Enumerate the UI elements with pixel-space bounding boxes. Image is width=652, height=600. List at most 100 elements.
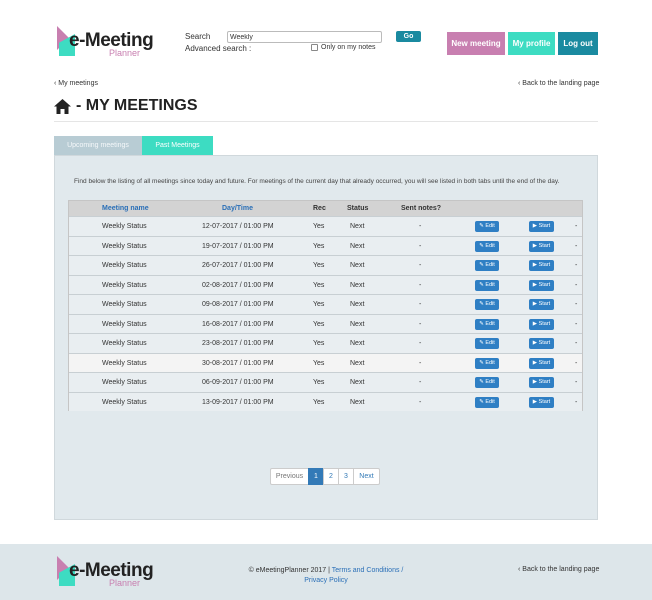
table-row: Weekly Status 16-08-2017 / 01:00 PM Yes Nex… bbox=[69, 313, 582, 333]
table-row: Weekly Status 09-08-2017 / 01:00 PM Yes Nex… bbox=[69, 294, 582, 314]
footer-back-label: Back to the landing page bbox=[522, 566, 600, 573]
footer-copyright: © eMeetingPlanner 2017 | Terms and Condi… bbox=[230, 566, 422, 586]
start-button[interactable]: ▶ Start bbox=[529, 377, 554, 388]
edit-label: Edit bbox=[485, 398, 495, 405]
pagination-next[interactable]: Next bbox=[353, 468, 380, 485]
datetime-cell: 23-08-2017 / 01:00 PM bbox=[202, 340, 274, 347]
pagination-page-2[interactable]: 2 bbox=[323, 468, 339, 485]
last-cell: - bbox=[575, 301, 578, 308]
edit-button[interactable]: ✎ Edit bbox=[475, 299, 499, 310]
table-row: Weekly Status 19-07-2017 / 01:00 PM Yes Nex… bbox=[69, 235, 582, 255]
rec-cell: Yes bbox=[313, 379, 325, 386]
go-button[interactable]: Go bbox=[396, 31, 421, 42]
footer-logo[interactable]: e-Meeting Planner bbox=[57, 554, 157, 590]
logo-subtext: Planner bbox=[109, 578, 141, 588]
logo-subtext: Planner bbox=[109, 48, 141, 58]
edit-label: Edit bbox=[485, 223, 495, 229]
edit-button[interactable]: ✎ Edit bbox=[475, 338, 499, 349]
sent-notes-cell: - bbox=[419, 320, 422, 328]
footer: e-Meeting Planner © eMeetingPlanner 2017… bbox=[0, 544, 652, 600]
edit-button[interactable]: ✎ Edit bbox=[475, 377, 499, 388]
col-day-time[interactable]: Day/Time bbox=[222, 201, 253, 216]
sent-notes-cell: - bbox=[419, 340, 422, 347]
tab-upcoming-meetings[interactable]: Upcoming meetings bbox=[54, 136, 142, 155]
datetime-cell: 02-08-2017 / 01:00 PM bbox=[202, 281, 274, 289]
rec-cell: Yes bbox=[313, 359, 325, 367]
start-button[interactable]: ▶ Start bbox=[529, 240, 554, 252]
intro-text: Find below the listing of all meetings s… bbox=[74, 178, 560, 185]
new-meeting-button[interactable]: New meeting bbox=[447, 32, 505, 55]
col-sent-notes: Sent notes? bbox=[401, 205, 442, 212]
sent-notes-cell: - bbox=[419, 398, 422, 406]
pagination-page-3[interactable]: 3 bbox=[338, 468, 354, 485]
last-cell: - bbox=[575, 398, 578, 406]
sent-notes-cell: - bbox=[419, 301, 422, 308]
last-cell: - bbox=[575, 359, 578, 367]
meeting-name-cell: Weekly Status bbox=[102, 320, 147, 328]
table-row: Weekly Status 02-08-2017 / 01:00 PM Yes Nex… bbox=[69, 274, 582, 294]
edit-button[interactable]: ✎ Edit bbox=[475, 357, 499, 369]
pagination-page-1[interactable]: 1 bbox=[308, 468, 324, 485]
back-to-landing-link[interactable]: ‹ Back to the landing page bbox=[518, 80, 599, 87]
advanced-search-label: Advanced search : bbox=[185, 44, 252, 53]
status-cell: Next bbox=[350, 398, 365, 406]
edit-label: Edit bbox=[485, 340, 495, 346]
edit-button[interactable]: ✎ Edit bbox=[475, 221, 499, 232]
only-notes-checkbox[interactable]: Only on my notes bbox=[311, 44, 375, 51]
last-cell: - bbox=[575, 223, 578, 230]
start-button[interactable]: ▶ Start bbox=[529, 338, 554, 349]
start-button[interactable]: ▶ Start bbox=[529, 357, 554, 369]
last-cell: - bbox=[575, 340, 578, 347]
checkbox-box[interactable] bbox=[311, 44, 318, 51]
footer-back-link[interactable]: ‹ Back to the landing page bbox=[518, 566, 599, 573]
meeting-name-cell: Weekly Status bbox=[102, 281, 147, 289]
status-cell: Next bbox=[350, 281, 365, 289]
rec-cell: Yes bbox=[313, 262, 325, 269]
edit-button[interactable]: ✎ Edit bbox=[475, 396, 499, 408]
search-input[interactable] bbox=[227, 31, 382, 43]
status-cell: Next bbox=[350, 242, 365, 250]
last-cell: - bbox=[575, 242, 578, 250]
logo[interactable]: e-Meeting Planner bbox=[57, 24, 157, 60]
edit-button[interactable]: ✎ Edit bbox=[475, 318, 499, 330]
rec-cell: Yes bbox=[313, 340, 325, 347]
sent-notes-cell: - bbox=[419, 359, 422, 367]
pagination-previous[interactable]: Previous bbox=[270, 468, 309, 485]
rec-cell: Yes bbox=[313, 301, 325, 308]
sent-notes-cell: - bbox=[419, 242, 422, 250]
start-button[interactable]: ▶ Start bbox=[529, 221, 554, 232]
status-cell: Next bbox=[350, 340, 365, 347]
my-meetings-label: My meetings bbox=[58, 80, 98, 87]
terms-link[interactable]: Terms and Conditions / bbox=[332, 567, 404, 574]
col-meeting-name[interactable]: Meeting name bbox=[102, 201, 149, 216]
sent-notes-cell: - bbox=[419, 262, 422, 269]
my-meetings-link[interactable]: ‹ My meetings bbox=[54, 80, 98, 87]
edit-label: Edit bbox=[485, 320, 495, 327]
last-cell: - bbox=[575, 379, 578, 386]
edit-button[interactable]: ✎ Edit bbox=[475, 240, 499, 252]
last-cell: - bbox=[575, 281, 578, 289]
col-rec: Rec bbox=[313, 205, 326, 212]
meeting-name-cell: Weekly Status bbox=[102, 379, 147, 386]
edit-button[interactable]: ✎ Edit bbox=[475, 279, 499, 291]
my-profile-button[interactable]: My profile bbox=[508, 32, 555, 55]
start-button[interactable]: ▶ Start bbox=[529, 299, 554, 310]
log-out-button[interactable]: Log out bbox=[558, 32, 598, 55]
rec-cell: Yes bbox=[313, 242, 325, 250]
start-button[interactable]: ▶ Start bbox=[529, 260, 554, 271]
rec-cell: Yes bbox=[313, 320, 325, 328]
start-button[interactable]: ▶ Start bbox=[529, 279, 554, 291]
start-label: Start bbox=[538, 379, 551, 385]
start-button[interactable]: ▶ Start bbox=[529, 318, 554, 330]
edit-button[interactable]: ✎ Edit bbox=[475, 260, 499, 271]
tab-past-meetings[interactable]: Past Meetings bbox=[142, 136, 213, 155]
table-row: Weekly Status 13-09-2017 / 01:00 PM Yes Nex… bbox=[69, 391, 582, 411]
datetime-cell: 09-08-2017 / 01:00 PM bbox=[202, 301, 274, 308]
privacy-link[interactable]: Privacy Policy bbox=[304, 577, 348, 584]
start-button[interactable]: ▶ Start bbox=[529, 396, 554, 408]
meeting-name-cell: Weekly Status bbox=[102, 223, 147, 230]
datetime-cell: 19-07-2017 / 01:00 PM bbox=[202, 242, 274, 250]
title-divider bbox=[54, 121, 598, 122]
datetime-cell: 12-07-2017 / 01:00 PM bbox=[202, 223, 274, 230]
start-label: Start bbox=[538, 262, 551, 268]
